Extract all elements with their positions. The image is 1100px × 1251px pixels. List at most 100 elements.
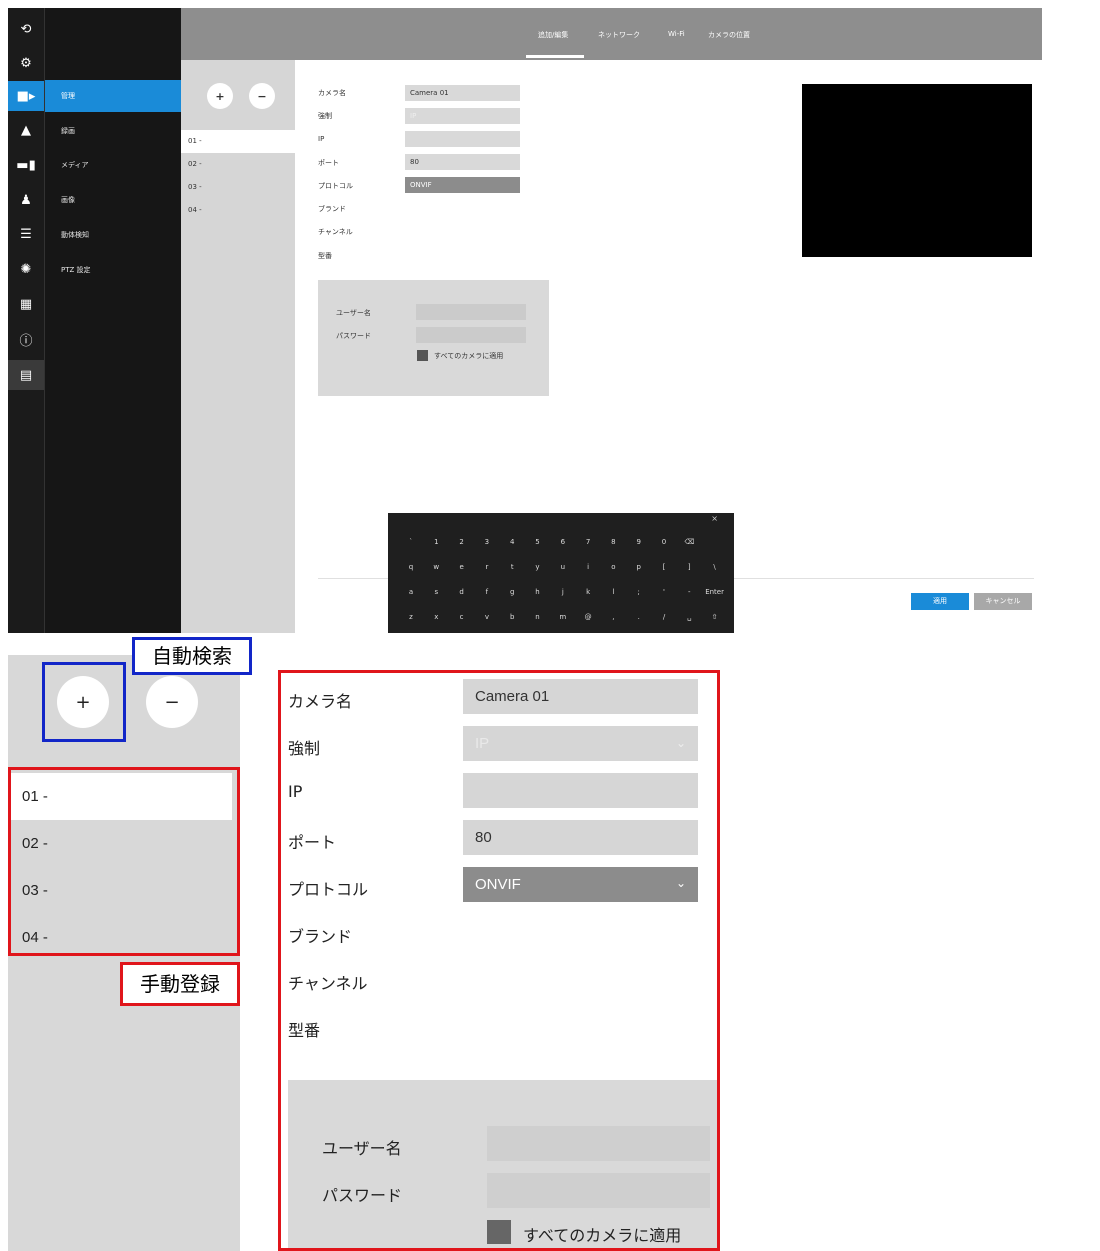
keyboard-key[interactable]: i bbox=[577, 557, 599, 577]
username-label: ユーザー名 bbox=[336, 309, 371, 317]
apply-all-checkbox[interactable] bbox=[417, 350, 428, 361]
keyboard-key[interactable]: 0 bbox=[653, 532, 675, 552]
menu-item-motion[interactable]: 動体検知 bbox=[45, 219, 182, 251]
alert-icon[interactable]: ▲ bbox=[8, 115, 44, 145]
keyboard-key[interactable]: k bbox=[577, 582, 599, 602]
force-label: 強制 bbox=[318, 112, 332, 120]
menu-item-media[interactable]: メディア bbox=[45, 149, 182, 181]
ip-label: IP bbox=[318, 135, 325, 143]
keyboard-key[interactable]: Enter bbox=[704, 582, 726, 602]
keyboard-key[interactable]: g bbox=[501, 582, 523, 602]
icon-sidebar: ⟲ ⚙ ■▸ ▲ ▬▮ ♟ ☰ ✺ ▦ ⓘ ▤ bbox=[8, 8, 44, 633]
tab-network[interactable]: ネットワーク bbox=[598, 30, 640, 40]
port-input[interactable]: 80 bbox=[405, 154, 520, 170]
cast-icon[interactable]: ▤ bbox=[8, 360, 44, 390]
remove-camera-button[interactable]: − bbox=[249, 83, 275, 109]
network-icon[interactable]: ✺ bbox=[8, 254, 44, 284]
apply-button[interactable]: 適用 bbox=[911, 593, 969, 610]
keyboard-key[interactable]: 2 bbox=[451, 532, 473, 552]
port-label: ポート bbox=[318, 159, 339, 167]
channel-label: チャンネル bbox=[318, 228, 353, 236]
keyboard-key[interactable]: d bbox=[451, 582, 473, 602]
keyboard-key[interactable]: n bbox=[527, 607, 549, 627]
tab-add-edit[interactable]: 追加/編集 bbox=[538, 30, 568, 40]
refresh-icon[interactable]: ⟲ bbox=[8, 14, 44, 44]
keyboard-key[interactable]: - bbox=[678, 582, 700, 602]
grid-icon[interactable]: ▦ bbox=[8, 289, 44, 319]
keyboard-key[interactable]: r bbox=[476, 557, 498, 577]
keyboard-key[interactable]: b bbox=[501, 607, 523, 627]
keyboard-key[interactable]: 4 bbox=[501, 532, 523, 552]
keyboard-key[interactable]: q bbox=[400, 557, 422, 577]
keyboard-key[interactable]: x bbox=[425, 607, 447, 627]
password-label: パスワード bbox=[336, 332, 371, 340]
zoom-remove-button[interactable]: − bbox=[146, 676, 198, 728]
keyboard-key[interactable]: a bbox=[400, 582, 422, 602]
camera-icon[interactable]: ■▸ bbox=[8, 81, 44, 111]
keyboard-key[interactable]: [ bbox=[653, 557, 675, 577]
keyboard-key[interactable]: u bbox=[552, 557, 574, 577]
cancel-button[interactable]: キャンセル bbox=[974, 593, 1032, 610]
keyboard-key[interactable]: ␣ bbox=[678, 607, 700, 627]
menu-item-manage[interactable]: 管理 bbox=[45, 80, 182, 112]
keyboard-key[interactable]: m bbox=[552, 607, 574, 627]
keyboard-key[interactable]: c bbox=[451, 607, 473, 627]
info-icon[interactable]: ⓘ bbox=[8, 324, 44, 354]
keyboard-key[interactable]: ] bbox=[678, 557, 700, 577]
tab-wifi[interactable]: Wi-Fi bbox=[668, 30, 685, 38]
keyboard-key[interactable]: / bbox=[653, 607, 675, 627]
camera-list-item[interactable]: 02 - bbox=[181, 153, 295, 176]
keyboard-key[interactable]: ' bbox=[653, 582, 675, 602]
manual-register-callout: 手動登録 bbox=[120, 962, 240, 1006]
camera-list-item[interactable]: 01 - bbox=[181, 130, 295, 153]
keyboard-key[interactable]: f bbox=[476, 582, 498, 602]
database-icon[interactable]: ☰ bbox=[8, 219, 44, 249]
keyboard-key[interactable]: l bbox=[602, 582, 624, 602]
camera-name-input[interactable]: Camera 01 bbox=[405, 85, 520, 101]
menu-item-ptz[interactable]: PTZ 設定 bbox=[45, 254, 182, 286]
menu-item-recording[interactable]: 録画 bbox=[45, 115, 182, 147]
keyboard-key[interactable]: e bbox=[451, 557, 473, 577]
keyboard-key[interactable]: o bbox=[602, 557, 624, 577]
keyboard-key[interactable]: h bbox=[527, 582, 549, 602]
keyboard-key[interactable]: j bbox=[552, 582, 574, 602]
menu-item-image[interactable]: 画像 bbox=[45, 184, 182, 216]
monitor-icon[interactable]: ▬▮ bbox=[8, 150, 44, 180]
keyboard-key[interactable]: 9 bbox=[628, 532, 650, 552]
keyboard-key[interactable]: ; bbox=[628, 582, 650, 602]
force-select[interactable]: IP bbox=[405, 108, 520, 124]
keyboard-key[interactable]: p bbox=[628, 557, 650, 577]
keyboard-key[interactable]: t bbox=[501, 557, 523, 577]
keyboard-key[interactable]: y bbox=[527, 557, 549, 577]
keyboard-key[interactable]: 6 bbox=[552, 532, 574, 552]
protocol-select[interactable]: ONVIF bbox=[405, 177, 520, 193]
keyboard-key[interactable]: \ bbox=[704, 557, 726, 577]
keyboard-close-icon[interactable]: × bbox=[711, 514, 718, 523]
keyboard-key[interactable]: w bbox=[425, 557, 447, 577]
keyboard-key[interactable]: 3 bbox=[476, 532, 498, 552]
keyboard-key[interactable]: , bbox=[602, 607, 624, 627]
settings-menu: 管理 録画 メディア 画像 動体検知 PTZ 設定 bbox=[44, 8, 182, 633]
password-input[interactable] bbox=[416, 327, 526, 343]
ip-input[interactable] bbox=[405, 131, 520, 147]
keyboard-key[interactable]: s bbox=[425, 582, 447, 602]
keyboard-key[interactable]: 7 bbox=[577, 532, 599, 552]
keyboard-key[interactable]: ⇧ bbox=[704, 607, 726, 627]
keyboard-key[interactable]: 8 bbox=[602, 532, 624, 552]
auto-search-highlight bbox=[42, 662, 126, 742]
camera-list-item[interactable]: 03 - bbox=[181, 176, 295, 199]
keyboard-key[interactable]: ` bbox=[400, 532, 422, 552]
add-camera-button[interactable]: + bbox=[207, 83, 233, 109]
keyboard-key[interactable]: . bbox=[628, 607, 650, 627]
keyboard-key[interactable]: z bbox=[400, 607, 422, 627]
gear-icon[interactable]: ⚙ bbox=[8, 48, 44, 78]
camera-list-item[interactable]: 04 - bbox=[181, 199, 295, 222]
keyboard-key[interactable]: 1 bbox=[425, 532, 447, 552]
username-input[interactable] bbox=[416, 304, 526, 320]
keyboard-key[interactable]: 5 bbox=[527, 532, 549, 552]
keyboard-key[interactable]: v bbox=[476, 607, 498, 627]
person-icon[interactable]: ♟ bbox=[8, 185, 44, 215]
keyboard-key[interactable]: ⌫ bbox=[678, 532, 700, 552]
keyboard-key[interactable]: @ bbox=[577, 607, 599, 627]
tab-camera-position[interactable]: カメラの位置 bbox=[708, 30, 750, 40]
